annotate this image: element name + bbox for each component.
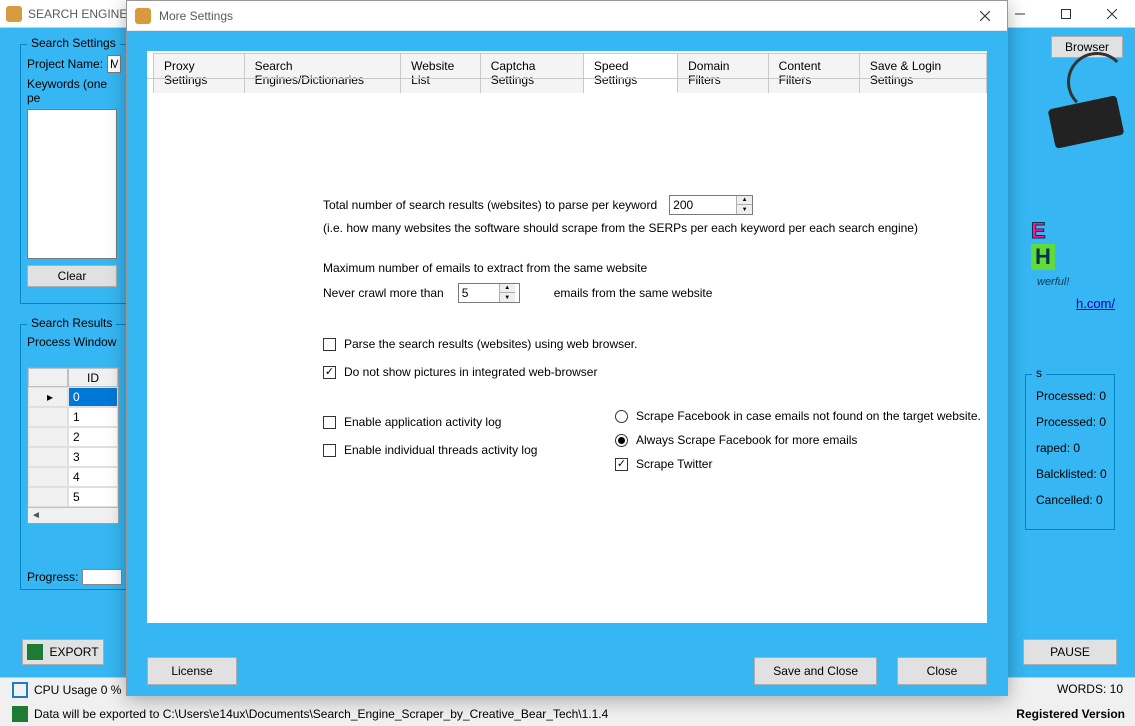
never-crawl-input[interactable]: ▲▼	[458, 283, 520, 303]
thread-log-label: Enable individual threads activity log	[344, 443, 537, 457]
keywords-count: WORDS: 10	[1057, 682, 1123, 696]
parse-browser-label: Parse the search results (websites) usin…	[344, 337, 637, 351]
cpu-usage: CPU Usage 0 %	[34, 683, 121, 697]
max-emails-heading: Maximum number of emails to extract from…	[323, 261, 961, 275]
logo-area: E H werful!	[1031, 48, 1129, 288]
dialog-title: More Settings	[159, 9, 963, 23]
facebook-always-label: Always Scrape Facebook for more emails	[636, 433, 857, 447]
progress-label: Progress:	[27, 570, 78, 584]
thread-log-checkbox[interactable]	[323, 444, 336, 457]
more-settings-dialog: More Settings Proxy Settings Search Engi…	[126, 0, 1008, 696]
clear-button[interactable]: Clear	[27, 265, 117, 287]
stat-cancelled: Cancelled: 0	[1036, 493, 1104, 507]
facebook-not-found-radio[interactable]	[615, 410, 628, 423]
maximize-button[interactable]	[1043, 0, 1089, 28]
search-settings-group: Search Settings Project Name: Keywords (…	[20, 44, 130, 304]
keywords-textarea[interactable]	[27, 109, 117, 259]
excel-icon	[27, 644, 43, 660]
total-results-input[interactable]: ▲▼	[669, 195, 753, 215]
never-crawl-label: Never crawl more than	[323, 286, 444, 300]
dialog-close-button[interactable]	[963, 1, 1007, 31]
scrape-twitter-label: Scrape Twitter	[636, 457, 712, 471]
table-row[interactable]: 1	[28, 407, 118, 427]
table-row[interactable]: 4	[28, 467, 118, 487]
export-path: Data will be exported to C:\Users\e14ux\…	[34, 707, 608, 721]
facebook-not-found-label: Scrape Facebook in case emails not found…	[636, 409, 981, 423]
cpu-icon	[12, 682, 28, 698]
close-button[interactable]	[1089, 0, 1135, 28]
id-col-header: ID	[68, 368, 118, 387]
no-pictures-checkbox[interactable]	[323, 366, 336, 379]
total-results-label: Total number of search results (websites…	[323, 198, 657, 212]
app-icon	[6, 6, 22, 22]
license-button[interactable]: License	[147, 657, 237, 685]
total-results-help: (i.e. how many websites the software sho…	[323, 221, 961, 235]
website-link[interactable]: h.com/	[1076, 296, 1115, 311]
app-log-label: Enable application activity log	[344, 415, 501, 429]
table-row[interactable]: ▸0	[28, 387, 118, 407]
progress-bar	[82, 569, 122, 585]
project-name-label: Project Name:	[27, 57, 103, 71]
spin-up-icon[interactable]: ▲	[500, 284, 515, 293]
spin-up-icon[interactable]: ▲	[737, 196, 752, 205]
facebook-always-radio[interactable]	[615, 434, 628, 447]
spin-down-icon[interactable]: ▼	[737, 205, 752, 214]
save-and-close-button[interactable]: Save and Close	[754, 657, 877, 685]
dialog-titlebar: More Settings	[127, 1, 1007, 31]
excel-icon	[12, 706, 28, 722]
export-button[interactable]: EXPORT	[22, 639, 104, 665]
search-results-label: Search Results	[27, 316, 116, 330]
app-log-checkbox[interactable]	[323, 416, 336, 429]
search-settings-label: Search Settings	[27, 36, 120, 50]
project-name-input[interactable]	[107, 55, 121, 73]
table-row[interactable]: 3	[28, 447, 118, 467]
parse-browser-checkbox[interactable]	[323, 338, 336, 351]
stat-processed: Processed: 0	[1036, 389, 1104, 403]
registered-version: Registered Version	[1016, 707, 1125, 721]
search-results-group: Search Results Process Window ID ▸0 1 2 …	[20, 324, 130, 590]
never-crawl-after: emails from the same website	[554, 286, 713, 300]
speed-settings-content: Total number of search results (websites…	[147, 85, 987, 623]
horizontal-scrollbar[interactable]: ◄	[28, 507, 118, 523]
close-button[interactable]: Close	[897, 657, 987, 685]
dialog-panel: Proxy Settings Search Engines/Dictionari…	[147, 51, 987, 623]
spin-down-icon[interactable]: ▼	[500, 293, 515, 302]
table-row[interactable]: 5	[28, 487, 118, 507]
results-table[interactable]: ID ▸0 1 2 3 4 5 ◄	[27, 367, 119, 524]
stat-processed2: Processed: 0	[1036, 415, 1104, 429]
keywords-label: Keywords (one pe	[27, 77, 119, 105]
process-window-label: Process Window	[27, 335, 123, 349]
table-row[interactable]: 2	[28, 427, 118, 447]
stat-scraped: raped: 0	[1036, 441, 1104, 455]
no-pictures-label: Do not show pictures in integrated web-b…	[344, 365, 597, 379]
pause-button[interactable]: PAUSE	[1023, 639, 1117, 665]
stats-group: s Processed: 0 Processed: 0 raped: 0 Bal…	[1025, 374, 1115, 530]
dialog-icon	[135, 8, 151, 24]
stat-blacklisted: Balcklisted: 0	[1036, 467, 1104, 481]
row-header-col	[28, 368, 68, 387]
scrape-twitter-checkbox[interactable]	[615, 458, 628, 471]
